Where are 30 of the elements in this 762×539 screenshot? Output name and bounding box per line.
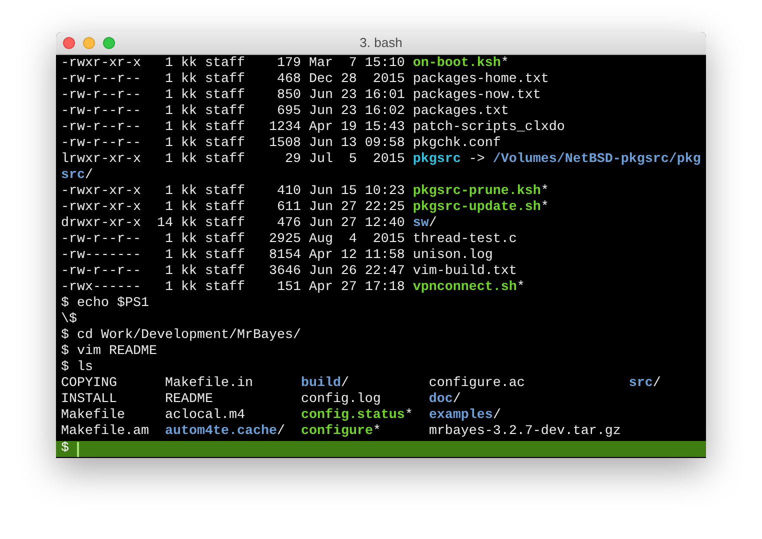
terminal-line: $ echo $PS1 xyxy=(61,296,149,312)
terminal-line: $ vim README xyxy=(61,344,157,360)
terminal-line: -rw-r--r-- 1 kk staff 1234 Apr 19 15:43 patch-scripts_clxdo xyxy=(61,120,565,136)
terminal-line: COPYING Makefile.in build/ configure.ac src/ xyxy=(61,376,661,392)
window-title: 3. bash xyxy=(360,34,402,52)
terminal-line: -rwxr-xr-x 1 kk staff 179 Mar 7 15:10 on-boot.ksh* xyxy=(61,56,509,72)
zoom-button[interactable] xyxy=(103,37,115,49)
terminal-line: -rw-r--r-- 1 kk staff 1508 Jun 13 09:58 pkgchk.conf xyxy=(61,136,501,152)
terminal-line: -rw-r--r-- 1 kk staff 3646 Jun 26 22:47 vim-build.txt xyxy=(61,264,517,280)
terminal-line: -rw-r--r-- 1 kk staff 468 Dec 28 2015 packages-home.txt xyxy=(61,72,549,88)
terminal-line: Makefile aclocal.m4 config.status* examples/ xyxy=(61,408,501,424)
cursor-icon xyxy=(77,442,79,456)
terminal-line: -rwxr-xr-x 1 kk staff 611 Jun 27 22:25 pkgsrc-update.sh* xyxy=(61,200,549,216)
terminal-line: -rw-r--r-- 1 kk staff 2925 Aug 4 2015 thread-test.c xyxy=(61,232,517,248)
terminal-line: drwxr-xr-x 14 kk staff 476 Jun 27 12:40 sw/ xyxy=(61,216,437,232)
terminal-line: \$ xyxy=(61,312,77,328)
prompt-text: $ xyxy=(61,441,69,457)
terminal-line: $ ls xyxy=(61,360,93,376)
terminal-line: -rw------- 1 kk staff 8154 Apr 12 11:58 unison.log xyxy=(61,248,493,264)
terminal-line: lrwxr-xr-x 1 kk staff 29 Jul 5 2015 pkgsrc -> /Volumes/NetBSD-pkgsrc/pkg xyxy=(61,152,701,168)
terminal-line: -rwx------ 1 kk staff 151 Apr 27 17:18 vpnconnect.sh* xyxy=(61,280,525,296)
terminal-line: $ cd Work/Development/MrBayes/ xyxy=(61,328,301,344)
terminal-line: -rw-r--r-- 1 kk staff 850 Jun 23 16:01 packages-now.txt xyxy=(61,88,541,104)
terminal-line: -rw-r--r-- 1 kk staff 695 Jun 23 16:02 packages.txt xyxy=(61,104,509,120)
terminal-line: -rwxr-xr-x 1 kk staff 410 Jun 15 10:23 pkgsrc-prune.ksh* xyxy=(61,184,549,200)
terminal-line: src/ xyxy=(61,168,93,184)
terminal-line: Makefile.am autom4te.cache/ configure* mrbayes-3.2.7-dev.tar.gz xyxy=(61,424,621,440)
terminal-line: INSTALL README config.log doc/ xyxy=(61,392,461,408)
close-button[interactable] xyxy=(63,37,75,49)
minimize-button[interactable] xyxy=(83,37,95,49)
